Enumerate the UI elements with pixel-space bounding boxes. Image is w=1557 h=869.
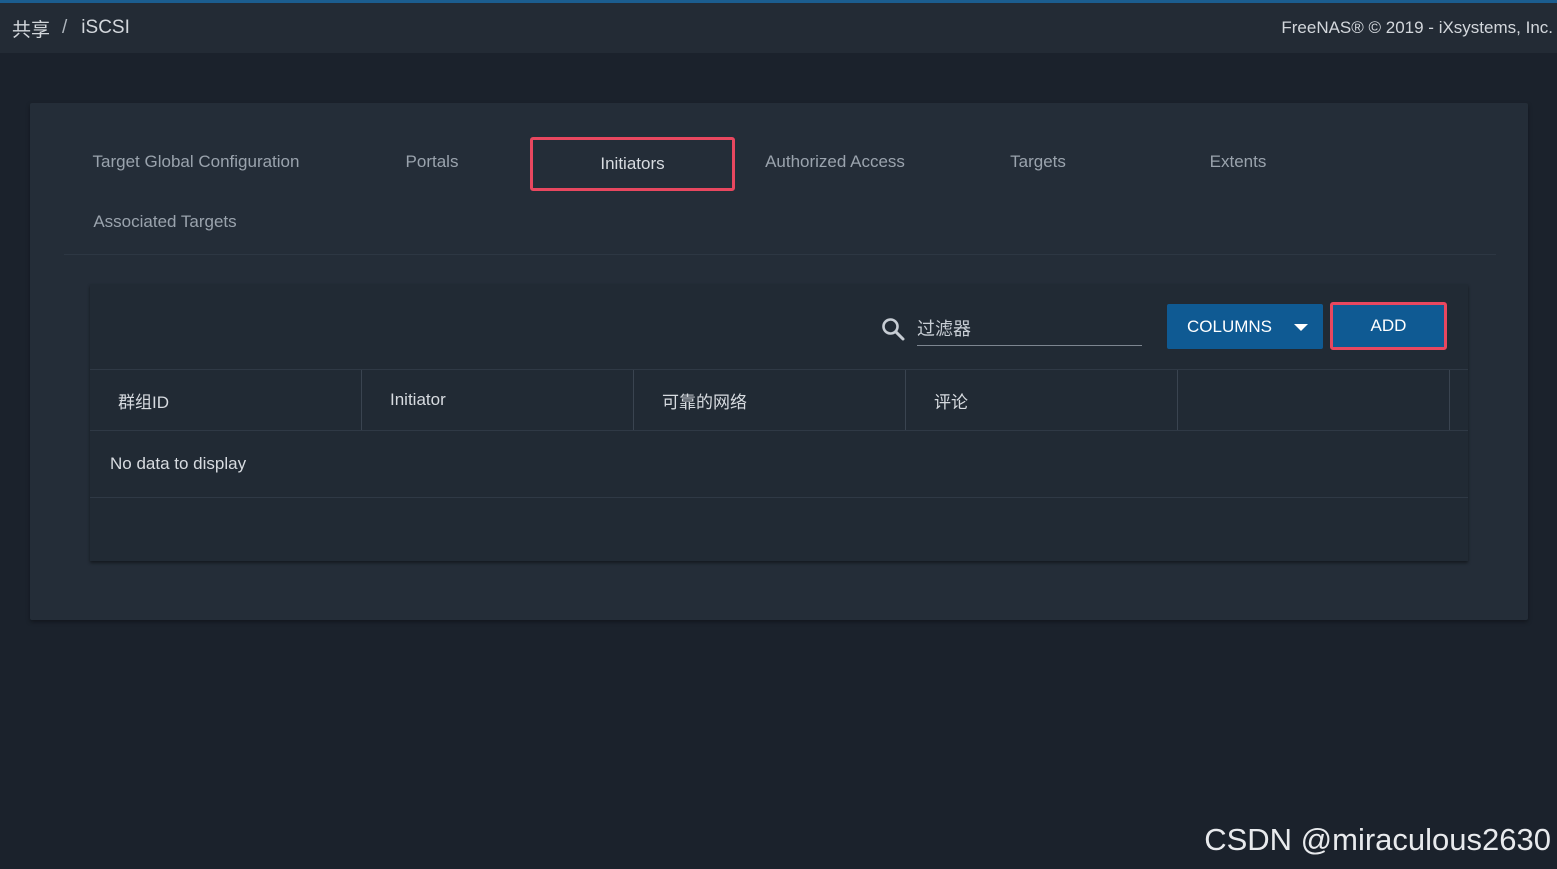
column-header-comment[interactable]: 评论 [906,370,1178,430]
tab-portals[interactable]: Portals [395,135,469,189]
copyright-text: FreeNAS® © 2019 - iXsystems, Inc. [1281,18,1553,37]
table-header: 群组ID Initiator 可靠的网络 评论 [90,369,1468,431]
breadcrumb: 共享 / iSCSI [12,15,130,42]
tab-label: Extents [1209,152,1267,171]
empty-table-message: No data to display [90,431,1468,498]
columns-button[interactable]: COLUMNS [1167,304,1323,349]
column-header-initiator[interactable]: Initiator [362,370,634,430]
column-header-actions [1178,370,1450,430]
highlight-box [530,137,735,191]
tab-associated-targets[interactable]: Associated Targets [89,195,241,249]
add-button[interactable]: ADD [1330,302,1447,350]
tabs-divider [64,254,1496,255]
tab-initiators[interactable]: Initiators [530,137,735,191]
column-header-group-id[interactable]: 群组ID [90,370,362,430]
tab-authorized-access[interactable]: Authorized Access [760,135,910,189]
tab-label: Associated Targets [93,212,237,231]
tab-label: Targets [1010,152,1066,171]
search-icon [882,318,905,341]
filter-input[interactable] [917,314,1142,346]
tab-label: Portals [405,152,459,171]
breadcrumb-item-sharing[interactable]: 共享 [12,15,50,42]
iscsi-card: Target Global Configuration Portals Init… [30,103,1528,620]
initiators-table: COLUMNS ADD 群组ID Initiator 可靠的网络 评论 No d… [90,284,1468,561]
tab-bar: Target Global Configuration Portals Init… [30,103,1528,255]
page-header: 共享 / iSCSI FreeNAS® © 2019 - iXsystems, … [0,3,1557,53]
breadcrumb-separator: / [62,17,68,38]
columns-button-label: COLUMNS [1187,316,1273,336]
tab-label: Authorized Access [765,152,905,171]
tab-targets[interactable]: Targets [1005,135,1071,189]
column-header-authorized-network[interactable]: 可靠的网络 [634,370,906,430]
tab-extents[interactable]: Extents [1205,135,1271,189]
tab-label: Target Global Configuration [92,152,300,171]
tab-target-global-configuration[interactable]: Target Global Configuration [89,135,303,189]
breadcrumb-item-iscsi: iSCSI [81,17,130,38]
watermark-text: CSDN @miraculous2630 [1204,822,1551,857]
caret-down-icon [1294,324,1308,331]
